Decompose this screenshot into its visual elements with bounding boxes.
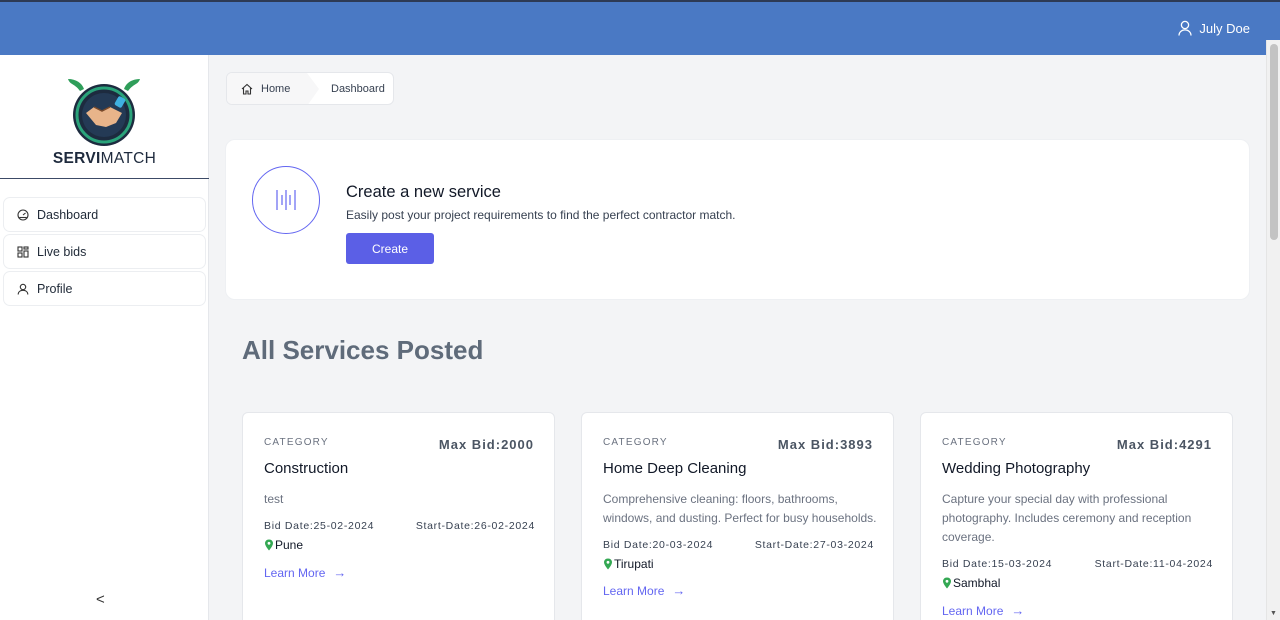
brand-name: SERVIMATCH	[52, 150, 157, 167]
create-service-subtitle: Easily post your project requirements to…	[346, 208, 736, 222]
sidebar-item-label: Profile	[37, 281, 73, 296]
sidebar: SERVIMATCH Dashboard Live bids Profile <	[0, 55, 209, 620]
start-date: Start-Date:11-04-2024	[1094, 558, 1213, 570]
category-label: CATEGORY	[264, 437, 329, 448]
service-dates: Bid Date:25-02-2024 Start-Date:26-02-202…	[264, 520, 535, 532]
service-title: Home Deep Cleaning	[603, 460, 747, 477]
scroll-down-icon[interactable]: ▼	[1270, 610, 1277, 617]
brand-logo[interactable]: SERVIMATCH	[0, 55, 209, 179]
handshake-logo-icon	[68, 79, 140, 146]
location-name: Pune	[275, 538, 304, 552]
sidebar-item-dashboard[interactable]: Dashboard	[3, 197, 206, 232]
service-description: Comprehensive cleaning: floors, bathroom…	[603, 492, 877, 525]
service-card[interactable]: CATEGORY Max Bid:3893 Home Deep Cleaning…	[581, 412, 894, 620]
service-dates: Bid Date:15-03-2024 Start-Date:11-04-202…	[942, 558, 1213, 570]
learn-more-label: Learn More	[264, 565, 326, 580]
bid-date: Bid Date:25-02-2024	[264, 520, 375, 532]
barcode-icon	[252, 166, 320, 234]
learn-more-label: Learn More	[942, 603, 1004, 618]
services-heading: All Services Posted	[242, 335, 484, 365]
chevron-left-icon[interactable]: <	[96, 591, 105, 608]
sidebar-nav: Dashboard Live bids Profile	[3, 197, 206, 308]
learn-more-label: Learn More	[603, 583, 665, 598]
arrow-right-icon: →	[333, 565, 347, 580]
service-title: Construction	[264, 460, 349, 477]
user-menu[interactable]: July Doe	[1178, 20, 1250, 36]
create-button[interactable]: Create	[346, 233, 434, 264]
category-label: CATEGORY	[603, 437, 668, 448]
bid-date: Bid Date:20-03-2024	[603, 539, 714, 551]
breadcrumb-home-label: Home	[261, 82, 291, 95]
max-bid: Max Bid:2000	[438, 437, 534, 452]
learn-more-link[interactable]: Learn More →	[264, 565, 346, 580]
map-pin-icon	[604, 558, 612, 570]
start-date: Start-Date:27-03-2024	[754, 539, 874, 551]
category-label: CATEGORY	[942, 437, 1007, 448]
sidebar-item-profile[interactable]: Profile	[3, 271, 206, 306]
location-name: Sambhal	[953, 576, 1001, 590]
service-dates: Bid Date:20-03-2024 Start-Date:27-03-202…	[603, 539, 874, 551]
user-name: July Doe	[1199, 20, 1250, 36]
user-icon	[17, 283, 29, 295]
service-description: Capture your special day with profession…	[942, 492, 1192, 544]
create-service-title: Create a new service	[346, 183, 501, 201]
sidebar-item-label: Dashboard	[37, 207, 99, 222]
map-pin-icon	[943, 577, 951, 589]
sidebar-item-live-bids[interactable]: Live bids	[3, 234, 206, 269]
service-title: Wedding Photography	[942, 460, 1091, 477]
start-date: Start-Date:26-02-2024	[415, 520, 535, 532]
service-description: test	[264, 492, 284, 506]
breadcrumb: Home Dashboard	[226, 72, 394, 105]
breadcrumb-home[interactable]: Home	[227, 73, 319, 104]
grid-icon	[17, 245, 29, 258]
create-service-card: Create a new service Easily post your pr…	[225, 139, 1250, 300]
top-bar: July Doe	[0, 0, 1280, 55]
user-icon	[1178, 20, 1193, 36]
sidebar-item-label: Live bids	[37, 244, 87, 259]
service-card[interactable]: CATEGORY Max Bid:4291 Wedding Photograph…	[920, 412, 1233, 620]
location-name: Tirupati	[614, 557, 654, 571]
learn-more-link[interactable]: Learn More →	[942, 603, 1024, 618]
map-pin-icon	[265, 539, 273, 551]
arrow-right-icon: →	[1011, 603, 1025, 618]
service-location: Tirupati	[603, 557, 654, 571]
home-icon	[241, 83, 253, 95]
arrow-right-icon: →	[672, 583, 686, 598]
service-card[interactable]: CATEGORY Max Bid:2000 Construction test …	[242, 412, 555, 620]
service-location: Pune	[264, 538, 303, 552]
page-scrollbar[interactable]: ▼	[1266, 40, 1280, 620]
max-bid: Max Bid:3893	[777, 437, 873, 452]
learn-more-link[interactable]: Learn More →	[603, 583, 685, 598]
max-bid: Max Bid:4291	[1116, 437, 1212, 452]
scrollbar-thumb[interactable]	[1270, 44, 1278, 240]
dashboard-icon	[17, 208, 29, 221]
bid-date: Bid Date:15-03-2024	[942, 558, 1053, 570]
service-location: Sambhal	[942, 576, 1000, 590]
